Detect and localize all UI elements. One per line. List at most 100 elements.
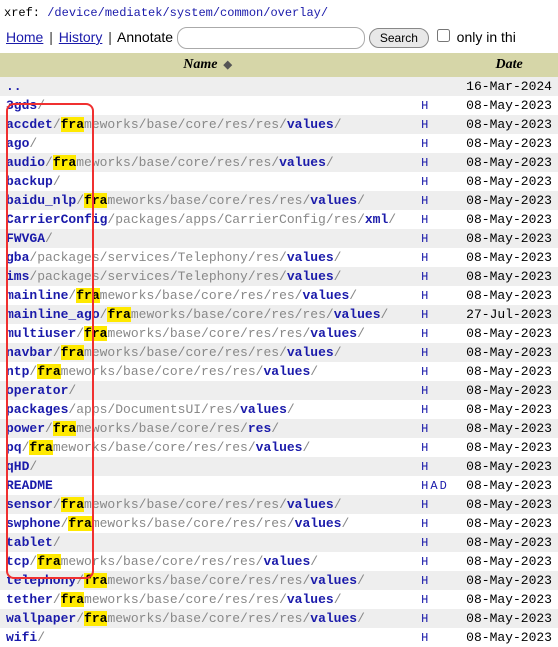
- search-input[interactable]: [177, 27, 365, 49]
- file-link[interactable]: ims/packages/services/Telephony/res/valu…: [6, 269, 341, 284]
- file-path-cell[interactable]: ..: [0, 77, 415, 96]
- file-link[interactable]: 3gds/: [6, 98, 45, 113]
- file-link[interactable]: multiuser/frameworks/base/core/res/res/v…: [6, 326, 365, 341]
- file-link[interactable]: packages/apps/DocumentsUI/res/values/: [6, 402, 295, 417]
- history-link-icon[interactable]: H: [421, 460, 430, 474]
- history-link-icon[interactable]: H: [421, 118, 430, 132]
- file-link[interactable]: baidu_nlp/frameworks/base/core/res/res/v…: [6, 193, 365, 208]
- file-link[interactable]: sensor/frameworks/base/core/res/res/valu…: [6, 497, 342, 512]
- file-link[interactable]: FWVGA/: [6, 231, 53, 246]
- file-link[interactable]: tether/frameworks/base/core/res/res/valu…: [6, 592, 342, 607]
- history-link-icon[interactable]: H: [421, 194, 430, 208]
- file-path-cell[interactable]: ago/: [0, 134, 415, 153]
- file-path-cell[interactable]: mainline/frameworks/base/core/res/res/va…: [0, 286, 415, 305]
- file-link[interactable]: audio/frameworks/base/core/res/res/value…: [6, 155, 334, 170]
- history-link-icon[interactable]: H: [421, 479, 430, 493]
- file-link[interactable]: mainline_ago/frameworks/base/core/res/re…: [6, 307, 388, 322]
- file-path-cell[interactable]: tablet/: [0, 533, 415, 552]
- file-link[interactable]: ago/: [6, 136, 37, 151]
- file-link[interactable]: qHD/: [6, 459, 37, 474]
- file-path-cell[interactable]: 3gds/: [0, 96, 415, 115]
- file-path-cell[interactable]: ims/packages/services/Telephony/res/valu…: [0, 267, 415, 286]
- file-path-cell[interactable]: mainline_ago/frameworks/base/core/res/re…: [0, 305, 415, 324]
- only-in-checkbox[interactable]: [437, 29, 450, 42]
- file-path-cell[interactable]: packages/apps/DocumentsUI/res/values/: [0, 400, 415, 419]
- file-path-cell[interactable]: sensor/frameworks/base/core/res/res/valu…: [0, 495, 415, 514]
- file-link[interactable]: wifi/: [6, 630, 45, 645]
- file-link[interactable]: CarrierConfig/packages/apps/CarrierConfi…: [6, 212, 396, 227]
- history-link-icon[interactable]: H: [421, 251, 430, 265]
- file-path-cell[interactable]: wifi/: [0, 628, 415, 647]
- history-link-icon[interactable]: H: [421, 308, 430, 322]
- file-path-cell[interactable]: operator/: [0, 381, 415, 400]
- history-link-icon[interactable]: H: [421, 574, 430, 588]
- file-link[interactable]: mainline/frameworks/base/core/res/res/va…: [6, 288, 357, 303]
- history-link-icon[interactable]: H: [421, 441, 430, 455]
- file-link[interactable]: navbar/frameworks/base/core/res/res/valu…: [6, 345, 342, 360]
- history-link-icon[interactable]: H: [421, 422, 430, 436]
- file-link[interactable]: ntp/frameworks/base/core/res/res/values/: [6, 364, 318, 379]
- history-link-icon[interactable]: H: [421, 631, 430, 645]
- file-link[interactable]: pq/frameworks/base/core/res/res/values/: [6, 440, 310, 455]
- history-link-icon[interactable]: H: [421, 517, 430, 531]
- history-link-icon[interactable]: H: [421, 232, 430, 246]
- history-link[interactable]: History: [59, 29, 103, 45]
- file-path-cell[interactable]: backup/: [0, 172, 415, 191]
- file-path-cell[interactable]: FWVGA/: [0, 229, 415, 248]
- file-link[interactable]: README: [6, 478, 53, 493]
- file-path-cell[interactable]: navbar/frameworks/base/core/res/res/valu…: [0, 343, 415, 362]
- file-path-cell[interactable]: baidu_nlp/frameworks/base/core/res/res/v…: [0, 191, 415, 210]
- history-link-icon[interactable]: H: [421, 498, 430, 512]
- history-link-icon[interactable]: H: [421, 346, 430, 360]
- history-link-icon[interactable]: H: [421, 137, 430, 151]
- file-path-cell[interactable]: multiuser/frameworks/base/core/res/res/v…: [0, 324, 415, 343]
- file-link[interactable]: telephony/frameworks/base/core/res/res/v…: [6, 573, 365, 588]
- file-link[interactable]: tcp/frameworks/base/core/res/res/values/: [6, 554, 318, 569]
- download-link-icon[interactable]: D: [440, 479, 449, 493]
- history-link-icon[interactable]: H: [421, 289, 430, 303]
- file-link[interactable]: tablet/: [6, 535, 61, 550]
- file-path-cell[interactable]: power/frameworks/base/core/res/res/: [0, 419, 415, 438]
- file-path-cell[interactable]: wallpaper/frameworks/base/core/res/res/v…: [0, 609, 415, 628]
- annotate-link-icon[interactable]: A: [430, 479, 439, 493]
- annotate-label[interactable]: Annotate: [117, 29, 173, 45]
- xref-path[interactable]: /device/mediatek/system/common/overlay/: [47, 6, 328, 20]
- file-path-cell[interactable]: pq/frameworks/base/core/res/res/values/: [0, 438, 415, 457]
- history-link-icon[interactable]: H: [421, 213, 430, 227]
- file-path-cell[interactable]: accdet/frameworks/base/core/res/res/valu…: [0, 115, 415, 134]
- history-link-icon[interactable]: H: [421, 384, 430, 398]
- file-path-cell[interactable]: gba/packages/services/Telephony/res/valu…: [0, 248, 415, 267]
- file-link[interactable]: power/frameworks/base/core/res/res/: [6, 421, 279, 436]
- search-button[interactable]: Search: [369, 28, 429, 48]
- file-path-cell[interactable]: swphone/frameworks/base/core/res/res/val…: [0, 514, 415, 533]
- history-link-icon[interactable]: H: [421, 555, 430, 569]
- file-link[interactable]: wallpaper/frameworks/base/core/res/res/v…: [6, 611, 365, 626]
- col-date[interactable]: Date: [460, 53, 558, 77]
- history-link-icon[interactable]: H: [421, 270, 430, 284]
- history-link-icon[interactable]: H: [421, 327, 430, 341]
- history-link-icon[interactable]: H: [421, 612, 430, 626]
- file-path-cell[interactable]: tcp/frameworks/base/core/res/res/values/: [0, 552, 415, 571]
- file-path-cell[interactable]: qHD/: [0, 457, 415, 476]
- file-link[interactable]: backup/: [6, 174, 61, 189]
- history-link-icon[interactable]: H: [421, 593, 430, 607]
- file-path-cell[interactable]: audio/frameworks/base/core/res/res/value…: [0, 153, 415, 172]
- col-name[interactable]: Name◆: [0, 53, 415, 77]
- file-link[interactable]: operator/: [6, 383, 76, 398]
- history-link-icon[interactable]: H: [421, 175, 430, 189]
- file-path-cell[interactable]: README: [0, 476, 415, 495]
- history-link-icon[interactable]: H: [421, 403, 430, 417]
- history-link-icon[interactable]: H: [421, 99, 430, 113]
- history-link-icon[interactable]: H: [421, 156, 430, 170]
- file-link[interactable]: ..: [6, 79, 22, 94]
- file-path-cell[interactable]: tether/frameworks/base/core/res/res/valu…: [0, 590, 415, 609]
- file-path-cell[interactable]: CarrierConfig/packages/apps/CarrierConfi…: [0, 210, 415, 229]
- file-link[interactable]: swphone/frameworks/base/core/res/res/val…: [6, 516, 349, 531]
- history-link-icon[interactable]: H: [421, 536, 430, 550]
- file-link[interactable]: accdet/frameworks/base/core/res/res/valu…: [6, 117, 342, 132]
- file-path-cell[interactable]: ntp/frameworks/base/core/res/res/values/: [0, 362, 415, 381]
- file-link[interactable]: gba/packages/services/Telephony/res/valu…: [6, 250, 341, 265]
- home-link[interactable]: Home: [6, 29, 43, 45]
- history-link-icon[interactable]: H: [421, 365, 430, 379]
- file-path-cell[interactable]: telephony/frameworks/base/core/res/res/v…: [0, 571, 415, 590]
